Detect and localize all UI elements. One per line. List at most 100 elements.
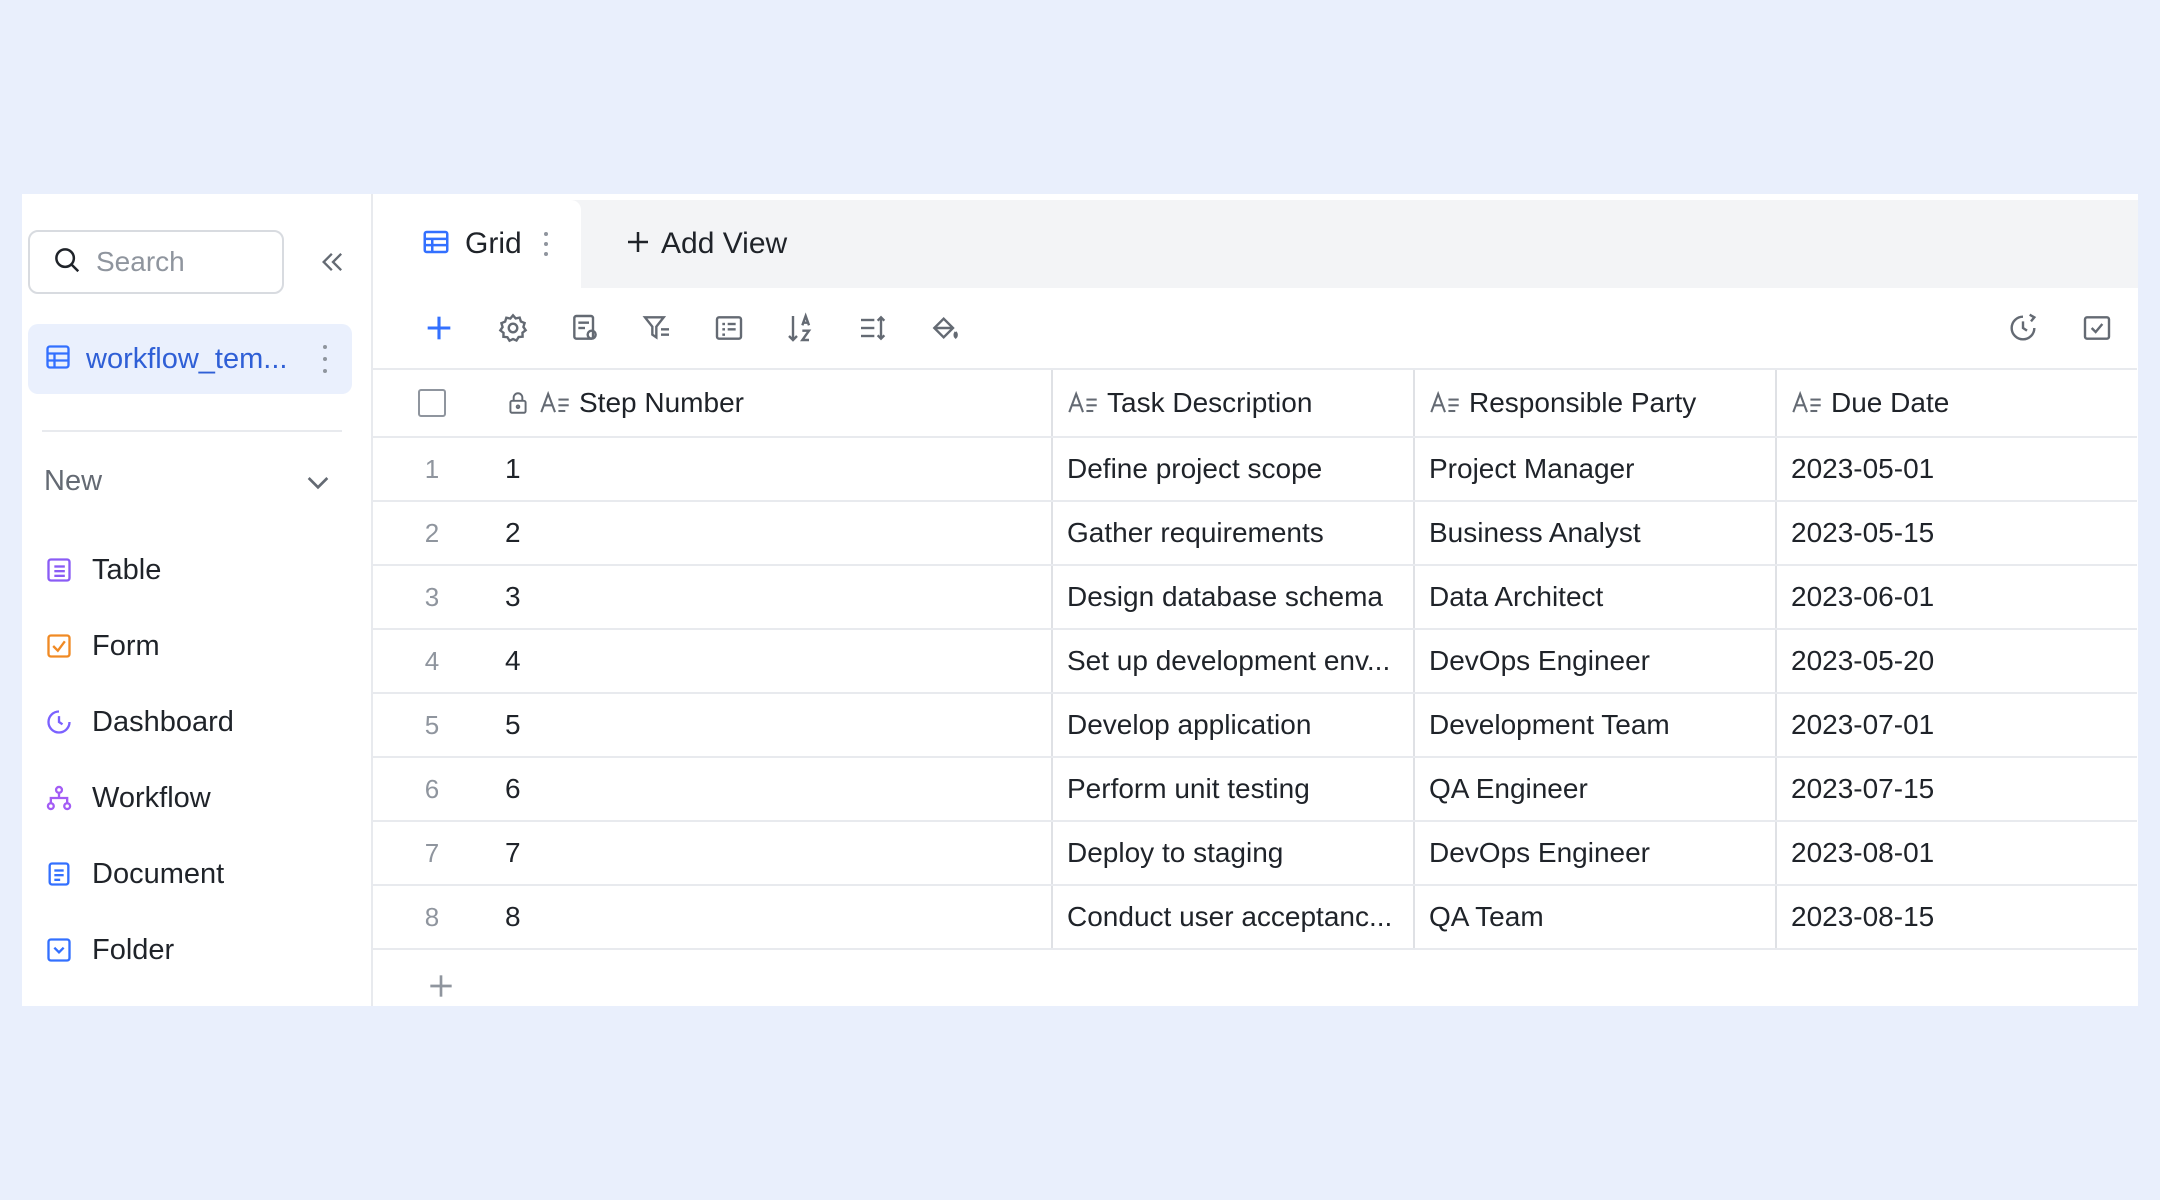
add-row-area (373, 950, 2137, 1006)
column-header-step-number[interactable]: Step Number (505, 370, 895, 436)
cell-task-description[interactable]: Perform unit testing (1051, 758, 1411, 820)
new-document-label: Document (92, 857, 225, 890)
search-input[interactable] (96, 246, 266, 278)
cell-responsible-party[interactable]: Data Architect (1413, 566, 1775, 628)
column-header-task-description[interactable]: Task Description (1051, 370, 1411, 436)
text-field-icon (1791, 389, 1823, 417)
cell-due-date[interactable]: 2023-05-01 (1775, 438, 2137, 500)
gear-icon[interactable] (493, 308, 533, 348)
filter-icon[interactable] (637, 308, 677, 348)
chevron-down-icon[interactable] (302, 466, 334, 503)
cell-responsible-party[interactable]: DevOps Engineer (1413, 822, 1775, 884)
add-row-icon[interactable] (425, 970, 457, 1006)
cell-task-description[interactable]: Set up development env... (1051, 630, 1411, 692)
row-height-icon[interactable] (853, 308, 893, 348)
cell-task-description[interactable]: Gather requirements (1051, 502, 1411, 564)
cell-step-number[interactable]: 3 (505, 566, 895, 628)
more-options-icon[interactable] (320, 345, 330, 373)
add-record-icon[interactable] (419, 308, 459, 348)
cell-task-description[interactable]: Define project scope (1051, 438, 1411, 500)
select-all-checkbox[interactable] (418, 389, 446, 417)
table-row[interactable]: 5 5 Develop application Development Team… (373, 694, 2137, 758)
cell-due-date[interactable]: 2023-08-01 (1775, 822, 2137, 884)
cell-task-description[interactable]: Design database schema (1051, 566, 1411, 628)
new-table-item[interactable]: Table (44, 532, 344, 608)
toolbar (373, 288, 2138, 368)
field-settings-icon[interactable] (565, 308, 605, 348)
collapse-sidebar-icon[interactable] (315, 244, 351, 280)
cell-step-number[interactable]: 5 (505, 694, 895, 756)
cell-responsible-party[interactable]: Development Team (1413, 694, 1775, 756)
column-header-due-date[interactable]: Due Date (1775, 370, 2137, 436)
cell-due-date[interactable]: 2023-05-15 (1775, 502, 2137, 564)
cell-responsible-party[interactable]: QA Engineer (1413, 758, 1775, 820)
cell-task-description[interactable]: Deploy to staging (1051, 822, 1411, 884)
table-row[interactable]: 7 7 Deploy to staging DevOps Engineer 20… (373, 822, 2137, 886)
table-row[interactable]: 4 4 Set up development env... DevOps Eng… (373, 630, 2137, 694)
table-row[interactable]: 1 1 Define project scope Project Manager… (373, 438, 2137, 502)
new-dashboard-label: Dashboard (92, 705, 234, 738)
cell-step-number[interactable]: 8 (505, 886, 895, 948)
search-icon (52, 245, 82, 280)
new-folder-item[interactable]: Folder (44, 912, 344, 988)
cell-task-description[interactable]: Develop application (1051, 694, 1411, 756)
table-icon (44, 555, 74, 585)
add-view-label: Add View (661, 227, 788, 260)
cell-step-number[interactable]: 2 (505, 502, 895, 564)
text-field-icon (1067, 389, 1099, 417)
group-icon[interactable] (709, 308, 749, 348)
cell-step-number[interactable]: 4 (505, 630, 895, 692)
table-icon (44, 343, 72, 376)
lock-icon (505, 390, 531, 416)
active-table-item[interactable]: workflow_tem... (28, 324, 352, 394)
search-box[interactable] (28, 230, 284, 294)
new-section-header[interactable]: New (44, 456, 334, 506)
grid-header-row: Step Number Task Description Responsible… (373, 368, 2137, 438)
column-label: Task Description (1107, 387, 1313, 418)
cell-step-number[interactable]: 7 (505, 822, 895, 884)
new-item-list: Table Form Dashboard Workflow Document F… (44, 532, 344, 988)
new-label: New (44, 464, 103, 497)
sidebar: workflow_tem... New Table (22, 194, 373, 1006)
new-workflow-item[interactable]: Workflow (44, 760, 344, 836)
cell-due-date[interactable]: 2023-07-01 (1775, 694, 2137, 756)
grid-icon (421, 227, 451, 262)
cell-step-number[interactable]: 6 (505, 758, 895, 820)
paint-bucket-icon[interactable] (925, 308, 965, 348)
cell-responsible-party[interactable]: Project Manager (1413, 438, 1775, 500)
cell-responsible-party[interactable]: DevOps Engineer (1413, 630, 1775, 692)
row-index: 1 (424, 453, 440, 484)
table-row[interactable]: 6 6 Perform unit testing QA Engineer 202… (373, 758, 2137, 822)
add-view-button[interactable]: Add View (623, 200, 787, 288)
cell-responsible-party[interactable]: QA Team (1413, 886, 1775, 948)
task-check-icon[interactable] (2077, 308, 2117, 348)
data-grid: Step Number Task Description Responsible… (373, 368, 2137, 1006)
tab-grid-label: Grid (465, 227, 522, 260)
cell-step-number[interactable]: 1 (505, 438, 895, 500)
table-row[interactable]: 2 2 Gather requirements Business Analyst… (373, 502, 2137, 566)
sort-icon[interactable] (781, 308, 821, 348)
cell-due-date[interactable]: 2023-08-15 (1775, 886, 2137, 948)
row-index: 5 (424, 709, 440, 740)
column-header-responsible-party[interactable]: Responsible Party (1413, 370, 1775, 436)
table-row[interactable]: 8 8 Conduct user acceptanc... QA Team 20… (373, 886, 2137, 950)
table-row[interactable]: 3 3 Design database schema Data Architec… (373, 566, 2137, 630)
column-label: Due Date (1831, 387, 1950, 418)
new-document-item[interactable]: Document (44, 836, 344, 912)
cell-responsible-party[interactable]: Business Analyst (1413, 502, 1775, 564)
new-dashboard-item[interactable]: Dashboard (44, 684, 344, 760)
history-icon[interactable] (2003, 308, 2043, 348)
cell-task-description[interactable]: Conduct user acceptanc... (1051, 886, 1411, 948)
workflow-icon (44, 783, 74, 813)
column-label: Responsible Party (1469, 387, 1697, 418)
tab-more-icon[interactable] (543, 232, 548, 256)
new-table-label: Table (92, 553, 162, 586)
view-tabbar: Grid Add View (373, 200, 2138, 288)
tab-grid[interactable]: Grid (373, 200, 581, 288)
new-form-item[interactable]: Form (44, 608, 344, 684)
main-area: Grid Add View Step Number Task Descripti… (373, 194, 2138, 1006)
text-field-icon (1429, 389, 1461, 417)
cell-due-date[interactable]: 2023-07-15 (1775, 758, 2137, 820)
cell-due-date[interactable]: 2023-05-20 (1775, 630, 2137, 692)
cell-due-date[interactable]: 2023-06-01 (1775, 566, 2137, 628)
